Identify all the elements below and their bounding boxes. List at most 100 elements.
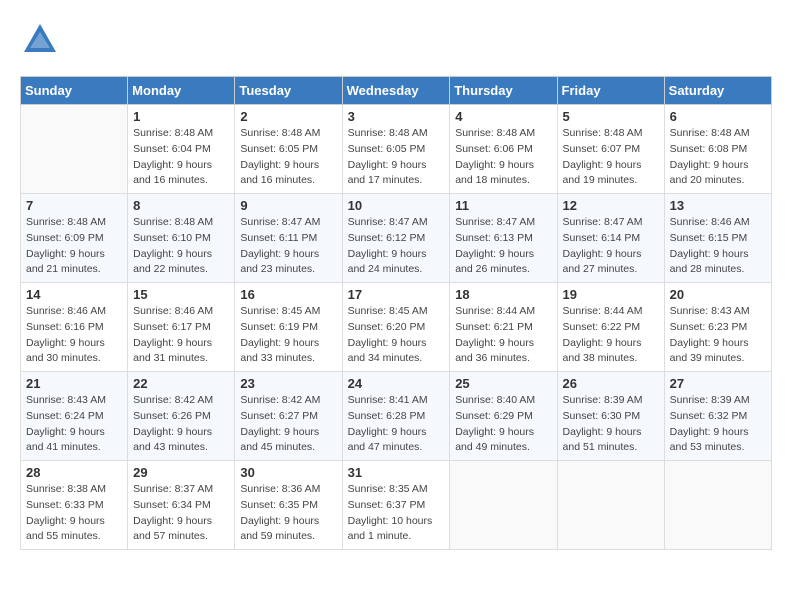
- calendar-cell: 29 Sunrise: 8:37 AM Sunset: 6:34 PM Dayli…: [128, 461, 235, 550]
- day-info: Sunrise: 8:47 AM Sunset: 6:13 PM Dayligh…: [455, 215, 551, 278]
- day-info: Sunrise: 8:43 AM Sunset: 6:24 PM Dayligh…: [26, 393, 122, 456]
- day-number: 17: [348, 287, 445, 302]
- day-number: 27: [670, 376, 766, 391]
- calendar-cell: 21 Sunrise: 8:43 AM Sunset: 6:24 PM Dayli…: [21, 372, 128, 461]
- day-header-tuesday: Tuesday: [235, 77, 342, 105]
- day-info: Sunrise: 8:36 AM Sunset: 6:35 PM Dayligh…: [240, 482, 336, 545]
- day-number: 2: [240, 109, 336, 124]
- day-number: 4: [455, 109, 551, 124]
- day-info: Sunrise: 8:42 AM Sunset: 6:26 PM Dayligh…: [133, 393, 229, 456]
- day-number: 18: [455, 287, 551, 302]
- calendar-cell: 18Sunrise: 8:44 AM Sunset: 6:21 PM Dayli…: [450, 283, 557, 372]
- week-row-4: 28 Sunrise: 8:38 AM Sunset: 6:33 PM Dayli…: [21, 461, 772, 550]
- day-info: Sunrise: 8:35 AM Sunset: 6:37 PM Dayligh…: [348, 482, 445, 545]
- calendar-cell: 1 Sunrise: 8:48 AM Sunset: 6:04 PM Daylig…: [128, 105, 235, 194]
- calendar-cell: 2 Sunrise: 8:48 AM Sunset: 6:05 PM Daylig…: [235, 105, 342, 194]
- page-header: [20, 20, 772, 60]
- day-info: Sunrise: 8:47 AM Sunset: 6:11 PM Dayligh…: [240, 215, 336, 278]
- calendar-cell: 12 Sunrise: 8:47 AM Sunset: 6:14 PM Dayli…: [557, 194, 664, 283]
- logo-icon: [20, 20, 60, 60]
- day-info: Sunrise: 8:48 AM Sunset: 6:07 PM Dayligh…: [563, 126, 659, 189]
- calendar-cell: 17 Sunrise: 8:45 AM Sunset: 6:20 PM Dayli…: [342, 283, 450, 372]
- day-info: Sunrise: 8:45 AM Sunset: 6:19 PM Dayligh…: [240, 304, 336, 367]
- day-info: Sunrise: 8:46 AM Sunset: 6:15 PM Dayligh…: [670, 215, 766, 278]
- day-info: Sunrise: 8:46 AM Sunset: 6:17 PM Dayligh…: [133, 304, 229, 367]
- day-number: 11: [455, 198, 551, 213]
- calendar-cell: 10 Sunrise: 8:47 AM Sunset: 6:12 PM Dayli…: [342, 194, 450, 283]
- day-info: Sunrise: 8:46 AM Sunset: 6:16 PM Dayligh…: [26, 304, 122, 367]
- calendar-cell: 31 Sunrise: 8:35 AM Sunset: 6:37 PM Dayli…: [342, 461, 450, 550]
- calendar-cell: 6Sunrise: 8:48 AM Sunset: 6:08 PM Daylig…: [664, 105, 771, 194]
- day-number: 21: [26, 376, 122, 391]
- day-number: 25: [455, 376, 551, 391]
- day-number: 31: [348, 465, 445, 480]
- logo: [20, 20, 64, 60]
- calendar-cell: 11 Sunrise: 8:47 AM Sunset: 6:13 PM Dayli…: [450, 194, 557, 283]
- calendar-cell: 13Sunrise: 8:46 AM Sunset: 6:15 PM Dayli…: [664, 194, 771, 283]
- calendar-cell: 9 Sunrise: 8:47 AM Sunset: 6:11 PM Daylig…: [235, 194, 342, 283]
- calendar-cell: 7 Sunrise: 8:48 AM Sunset: 6:09 PM Daylig…: [21, 194, 128, 283]
- calendar-cell: [21, 105, 128, 194]
- day-info: Sunrise: 8:48 AM Sunset: 6:05 PM Dayligh…: [240, 126, 336, 189]
- week-row-2: 14Sunrise: 8:46 AM Sunset: 6:16 PM Dayli…: [21, 283, 772, 372]
- day-number: 16: [240, 287, 336, 302]
- day-info: Sunrise: 8:37 AM Sunset: 6:34 PM Dayligh…: [133, 482, 229, 545]
- day-number: 5: [563, 109, 659, 124]
- day-number: 3: [348, 109, 445, 124]
- day-number: 9: [240, 198, 336, 213]
- week-row-1: 7 Sunrise: 8:48 AM Sunset: 6:09 PM Daylig…: [21, 194, 772, 283]
- day-number: 7: [26, 198, 122, 213]
- day-info: Sunrise: 8:48 AM Sunset: 6:04 PM Dayligh…: [133, 126, 229, 189]
- day-info: Sunrise: 8:44 AM Sunset: 6:22 PM Dayligh…: [563, 304, 659, 367]
- calendar-cell: [664, 461, 771, 550]
- day-number: 12: [563, 198, 659, 213]
- day-header-sunday: Sunday: [21, 77, 128, 105]
- day-number: 22: [133, 376, 229, 391]
- day-info: Sunrise: 8:48 AM Sunset: 6:06 PM Dayligh…: [455, 126, 551, 189]
- day-header-thursday: Thursday: [450, 77, 557, 105]
- calendar-cell: 14Sunrise: 8:46 AM Sunset: 6:16 PM Dayli…: [21, 283, 128, 372]
- calendar-cell: 26 Sunrise: 8:39 AM Sunset: 6:30 PM Dayli…: [557, 372, 664, 461]
- calendar-cell: 22 Sunrise: 8:42 AM Sunset: 6:26 PM Dayli…: [128, 372, 235, 461]
- day-number: 8: [133, 198, 229, 213]
- day-info: Sunrise: 8:39 AM Sunset: 6:32 PM Dayligh…: [670, 393, 766, 456]
- day-info: Sunrise: 8:41 AM Sunset: 6:28 PM Dayligh…: [348, 393, 445, 456]
- day-info: Sunrise: 8:45 AM Sunset: 6:20 PM Dayligh…: [348, 304, 445, 367]
- calendar-cell: 30 Sunrise: 8:36 AM Sunset: 6:35 PM Dayli…: [235, 461, 342, 550]
- calendar-cell: 4 Sunrise: 8:48 AM Sunset: 6:06 PM Daylig…: [450, 105, 557, 194]
- calendar-cell: 3 Sunrise: 8:48 AM Sunset: 6:05 PM Daylig…: [342, 105, 450, 194]
- calendar-cell: 16 Sunrise: 8:45 AM Sunset: 6:19 PM Dayli…: [235, 283, 342, 372]
- day-info: Sunrise: 8:48 AM Sunset: 6:09 PM Dayligh…: [26, 215, 122, 278]
- day-number: 24: [348, 376, 445, 391]
- calendar-cell: [557, 461, 664, 550]
- day-info: Sunrise: 8:48 AM Sunset: 6:08 PM Dayligh…: [670, 126, 766, 189]
- day-number: 10: [348, 198, 445, 213]
- calendar-cell: 8Sunrise: 8:48 AM Sunset: 6:10 PM Daylig…: [128, 194, 235, 283]
- calendar-cell: [450, 461, 557, 550]
- calendar-cell: 19Sunrise: 8:44 AM Sunset: 6:22 PM Dayli…: [557, 283, 664, 372]
- day-info: Sunrise: 8:40 AM Sunset: 6:29 PM Dayligh…: [455, 393, 551, 456]
- day-number: 29: [133, 465, 229, 480]
- day-header-monday: Monday: [128, 77, 235, 105]
- calendar-cell: 24 Sunrise: 8:41 AM Sunset: 6:28 PM Dayli…: [342, 372, 450, 461]
- calendar-cell: 15Sunrise: 8:46 AM Sunset: 6:17 PM Dayli…: [128, 283, 235, 372]
- day-info: Sunrise: 8:39 AM Sunset: 6:30 PM Dayligh…: [563, 393, 659, 456]
- calendar-header-row: SundayMondayTuesdayWednesdayThursdayFrid…: [21, 77, 772, 105]
- calendar-cell: 23 Sunrise: 8:42 AM Sunset: 6:27 PM Dayli…: [235, 372, 342, 461]
- day-header-saturday: Saturday: [664, 77, 771, 105]
- day-info: Sunrise: 8:47 AM Sunset: 6:14 PM Dayligh…: [563, 215, 659, 278]
- week-row-0: 1 Sunrise: 8:48 AM Sunset: 6:04 PM Daylig…: [21, 105, 772, 194]
- day-number: 23: [240, 376, 336, 391]
- week-row-3: 21 Sunrise: 8:43 AM Sunset: 6:24 PM Dayli…: [21, 372, 772, 461]
- day-info: Sunrise: 8:42 AM Sunset: 6:27 PM Dayligh…: [240, 393, 336, 456]
- calendar-cell: 20Sunrise: 8:43 AM Sunset: 6:23 PM Dayli…: [664, 283, 771, 372]
- day-number: 28: [26, 465, 122, 480]
- day-info: Sunrise: 8:48 AM Sunset: 6:05 PM Dayligh…: [348, 126, 445, 189]
- day-info: Sunrise: 8:47 AM Sunset: 6:12 PM Dayligh…: [348, 215, 445, 278]
- day-info: Sunrise: 8:38 AM Sunset: 6:33 PM Dayligh…: [26, 482, 122, 545]
- calendar-cell: 28 Sunrise: 8:38 AM Sunset: 6:33 PM Dayli…: [21, 461, 128, 550]
- calendar-cell: 25 Sunrise: 8:40 AM Sunset: 6:29 PM Dayli…: [450, 372, 557, 461]
- day-number: 30: [240, 465, 336, 480]
- day-number: 26: [563, 376, 659, 391]
- day-number: 1: [133, 109, 229, 124]
